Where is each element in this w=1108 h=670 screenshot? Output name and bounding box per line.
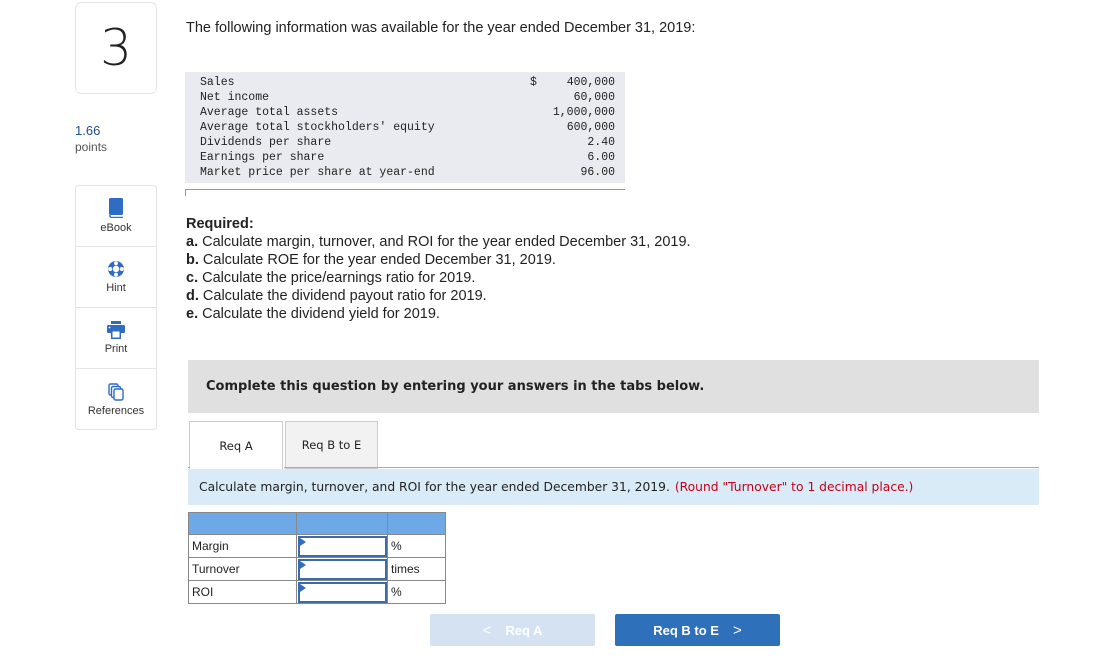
given-value: 600,000 xyxy=(566,121,615,134)
given-data-table: Sales $ 400,000 Net income 60,000 Averag… xyxy=(185,72,625,196)
given-label: Earnings per share xyxy=(200,151,325,164)
instruction-banner: Complete this question by entering your … xyxy=(188,360,1039,413)
tab-req-a[interactable]: Req A xyxy=(189,421,283,470)
next-req-label: Req B to E xyxy=(653,622,719,638)
chevron-right-icon: > xyxy=(732,621,742,639)
prompt-bar: Calculate margin, turnover, and ROI for … xyxy=(188,469,1039,505)
answer-label: ROI xyxy=(188,580,297,604)
tool-ebook[interactable]: eBook xyxy=(76,186,156,247)
tab-divider xyxy=(284,467,1039,468)
margin-input[interactable] xyxy=(297,535,387,557)
given-currency xyxy=(530,90,550,105)
intro-text: The following information was available … xyxy=(186,20,696,36)
given-label: Dividends per share xyxy=(200,136,332,149)
required-item: d. Calculate the dividend payout ratio f… xyxy=(186,288,487,304)
given-value: 2.40 xyxy=(587,136,615,149)
given-row: Average total assets 1,000,000 xyxy=(185,105,625,120)
required-title: Required: xyxy=(186,216,254,232)
answer-label: Margin xyxy=(188,534,297,558)
points-label: points xyxy=(75,140,108,154)
tool-ebook-label: eBook xyxy=(100,222,132,234)
given-row: Market price per share at year-end 96.00 xyxy=(185,165,625,180)
given-value: 400,000 xyxy=(566,76,615,89)
required-item: b. Calculate ROE for the year ended Dece… xyxy=(186,252,556,268)
required-section: Required: a. Calculate margin, turnover,… xyxy=(186,215,691,323)
rounding-hint: (Round "Turnover" to 1 decimal place.) xyxy=(674,480,914,494)
answer-unit: % xyxy=(387,580,446,604)
given-currency xyxy=(530,150,550,165)
tool-hint[interactable]: Hint xyxy=(76,247,156,308)
tab-req-b-to-e[interactable]: Req B to E xyxy=(285,421,378,469)
question-number-box: 3 xyxy=(75,2,157,94)
given-row: Average total stockholders' equity 600,0… xyxy=(185,120,625,135)
prev-req-label: Req A xyxy=(505,622,543,638)
answer-label: Turnover xyxy=(188,557,297,581)
points-value: 1.66 xyxy=(75,123,101,138)
tool-references-label: References xyxy=(87,404,145,417)
tool-print-label: Print xyxy=(104,343,128,355)
answer-unit: times xyxy=(387,557,446,581)
given-row: Sales $ 400,000 xyxy=(185,75,625,90)
roi-input[interactable] xyxy=(297,581,387,603)
given-row: Earnings per share 6.00 xyxy=(185,150,625,165)
given-row: Net income 60,000 xyxy=(185,90,625,105)
given-value: 6.00 xyxy=(587,151,615,164)
prev-req-button[interactable]: < Req A xyxy=(430,614,595,646)
required-item: a. Calculate margin, turnover, and ROI f… xyxy=(186,234,691,250)
required-item: c. Calculate the price/earnings ratio fo… xyxy=(186,270,476,286)
required-item: e. Calculate the dividend yield for 2019… xyxy=(186,306,440,322)
printer-icon xyxy=(107,321,125,339)
given-currency xyxy=(530,135,550,150)
next-req-button[interactable]: Req B to E > xyxy=(615,614,780,646)
given-label: Sales xyxy=(200,76,235,89)
answer-row: Turnover times xyxy=(188,557,446,581)
given-currency xyxy=(530,105,550,120)
tools-panel: eBook Hint Print References xyxy=(75,185,157,430)
answer-header-row xyxy=(188,512,446,535)
given-value: 60,000 xyxy=(573,91,615,104)
answer-table: Margin % Turnover times ROI % xyxy=(188,512,446,604)
turnover-input[interactable] xyxy=(297,558,387,580)
given-label: Market price per share at year-end xyxy=(200,166,435,179)
question-number: 3 xyxy=(100,19,132,77)
answer-unit: % xyxy=(387,534,446,558)
answer-row: Margin % xyxy=(188,534,446,558)
given-label: Average total assets xyxy=(200,106,339,119)
tab-divider xyxy=(188,467,190,468)
answer-row: ROI % xyxy=(188,580,446,604)
book-icon xyxy=(108,198,124,218)
given-currency xyxy=(530,120,550,135)
tool-print[interactable]: Print xyxy=(76,308,156,369)
prompt-text: Calculate margin, turnover, and ROI for … xyxy=(199,480,670,494)
given-label: Net income xyxy=(200,91,270,104)
given-currency xyxy=(530,165,550,180)
given-value: 96.00 xyxy=(580,166,615,179)
given-value: 1,000,000 xyxy=(552,106,615,119)
given-currency: $ xyxy=(530,76,537,89)
chevron-left-icon: < xyxy=(482,621,492,639)
table-divider xyxy=(185,189,625,196)
given-label: Average total stockholders' equity xyxy=(200,121,435,134)
tab-bar: Req A Req B to E xyxy=(189,421,378,470)
tool-hint-label: Hint xyxy=(106,282,126,294)
tool-references[interactable]: References xyxy=(76,369,156,430)
lifebuoy-icon xyxy=(107,260,125,278)
copies-icon xyxy=(108,382,124,401)
given-row: Dividends per share 2.40 xyxy=(185,135,625,150)
